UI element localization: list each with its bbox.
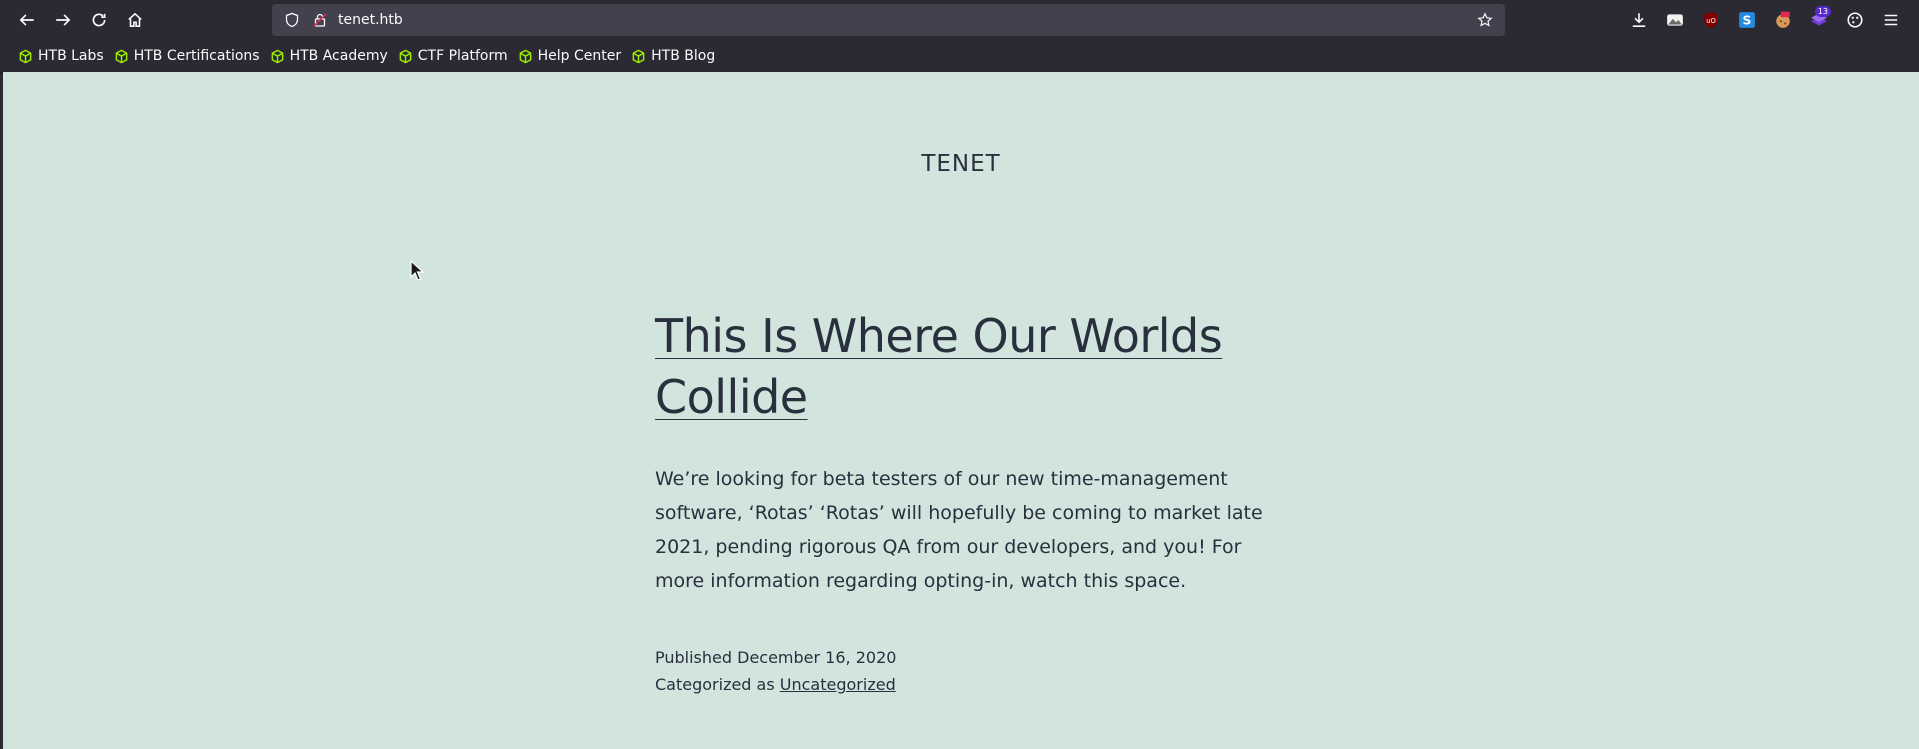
navigation-toolbar: tenet.htb uO S 13 [0,0,1919,40]
downloads-button[interactable] [1621,4,1657,36]
home-icon [128,12,142,27]
published-prefix: Published [655,648,733,667]
post-body: We’re looking for beta testers of our ne… [655,468,1263,592]
bookmark-label: HTB Labs [38,48,104,64]
back-button[interactable] [9,4,45,36]
extension-palette-button[interactable] [1837,4,1873,36]
shield-icon [285,12,299,28]
mouse-cursor-icon [410,260,424,281]
hackthebox-cube-icon [19,49,32,63]
cookie-icon [1776,11,1790,28]
bookmark-label: HTB Academy [289,48,388,64]
category-prefix: Categorized as [655,675,775,694]
download-icon [1632,13,1646,27]
home-button[interactable] [117,4,153,36]
bookmark-label: CTF Platform [417,48,508,64]
cookie-extension-button[interactable] [1765,4,1801,36]
mountains-icon [1667,14,1683,26]
bookmark-label: HTB Blog [651,48,716,64]
bookmark-htb-academy[interactable]: HTB Academy [266,44,394,68]
reload-icon [92,13,106,27]
hackthebox-cube-icon [115,49,128,63]
palette-icon [1847,12,1863,28]
hackthebox-cube-icon [399,49,412,63]
site-info-button[interactable] [306,6,334,34]
published-date: December 16, 2020 [737,648,897,667]
insecure-lock-icon [313,13,327,27]
hamburger-menu-icon [1884,14,1898,26]
s-letter-icon: S [1739,12,1755,28]
post-title-link[interactable]: This Is Where Our Worlds Collide [655,309,1223,424]
star-icon [1477,12,1493,27]
address-bar[interactable]: tenet.htb [272,4,1505,36]
bookmark-htb-labs[interactable]: HTB Labs [14,44,110,68]
bookmark-htb-blog[interactable]: HTB Blog [627,44,721,68]
wappalyzer-button[interactable]: 13 [1801,4,1837,36]
ublock-origin-icon: uO [1704,12,1718,28]
hackthebox-cube-icon [271,49,283,63]
extension-button-1[interactable] [1657,4,1693,36]
blog-post: This Is Where Our Worlds Collide We’re l… [655,306,1265,698]
post-meta: Published December 16, 2020 Categorized … [655,644,1265,698]
forward-arrow-icon [56,14,71,26]
app-menu-button[interactable] [1873,4,1909,36]
url-text[interactable]: tenet.htb [338,12,1471,28]
forward-button[interactable] [45,4,81,36]
published-line: Published December 16, 2020 [655,644,1265,671]
browser-chrome: tenet.htb uO S 13 HTB Labs HTB Certifica… [0,0,1919,73]
bookmark-star-button[interactable] [1471,6,1499,34]
extension-badge: 13 [1814,6,1831,17]
hackthebox-cube-icon [632,49,645,63]
category-link[interactable]: Uncategorized [780,675,896,694]
hackthebox-cube-icon [519,49,531,63]
back-arrow-icon [19,14,34,26]
svg-text:uO: uO [1706,17,1716,25]
bookmark-label: Help Center [537,48,622,64]
reload-button[interactable] [81,4,117,36]
extension-s-button[interactable]: S [1729,4,1765,36]
post-title: This Is Where Our Worlds Collide [655,306,1265,428]
bookmark-htb-certifications[interactable]: HTB Certifications [110,44,266,68]
web-page-content: TENET This Is Where Our Worlds Collide W… [3,72,1919,749]
ublock-origin-button[interactable]: uO [1693,4,1729,36]
bookmarks-toolbar: HTB Labs HTB Certifications HTB Academy … [0,40,1919,73]
tracking-protection-button[interactable] [278,6,306,34]
bookmark-label: HTB Certifications [133,48,260,64]
bookmark-ctf-platform[interactable]: CTF Platform [394,44,514,68]
bookmark-help-center[interactable]: Help Center [514,44,628,68]
category-line: Categorized as Uncategorized [655,671,1265,698]
svg-text:S: S [1743,14,1752,28]
site-title[interactable]: TENET [3,151,1919,177]
